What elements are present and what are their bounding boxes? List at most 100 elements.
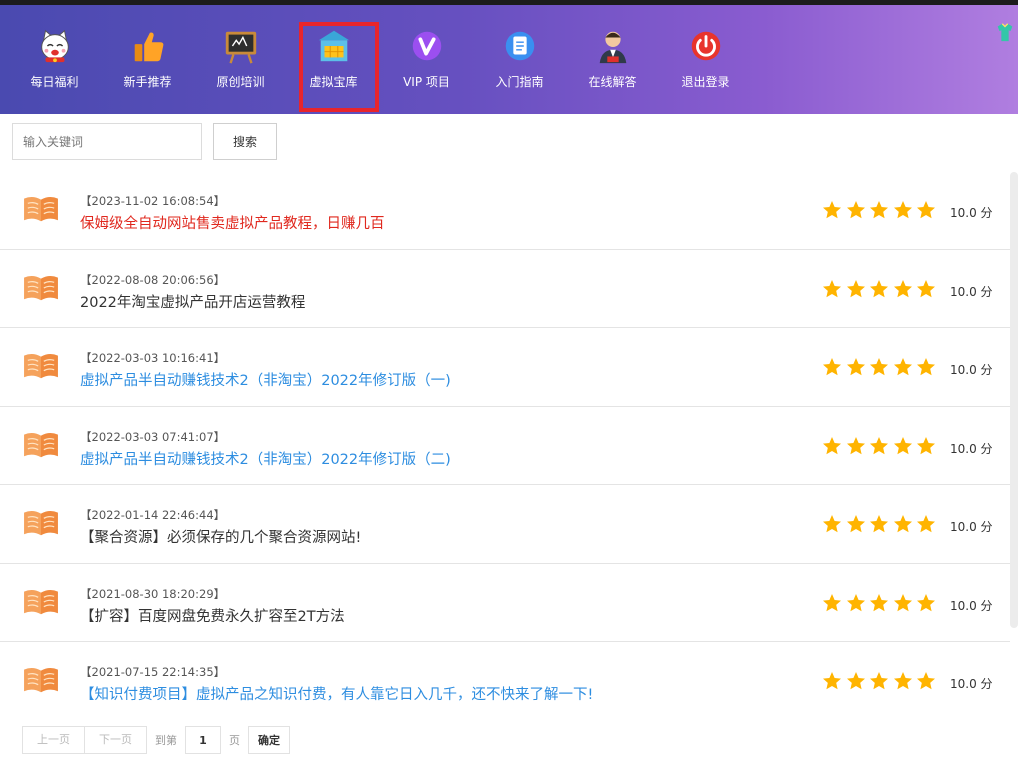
star-icon	[917, 201, 935, 219]
nav-label: VIP 项目	[403, 75, 450, 89]
item-date: 【2022-03-03 07:41:07】	[80, 429, 226, 444]
confirm-page-button[interactable]: 确定	[248, 726, 290, 754]
star-icon	[846, 279, 865, 297]
search-button[interactable]: 搜索	[213, 123, 277, 160]
star-icon	[870, 436, 888, 454]
nav-item-beginner-guide[interactable]: 入门指南	[473, 27, 566, 90]
list-item[interactable]: 【2022-03-03 10:16:41】 虚拟产品半自动赚钱技术2（非淘宝）20…	[0, 328, 1010, 407]
lucky-cat-icon	[40, 29, 69, 63]
nav-item-newbie-recommend[interactable]: 新手推荐	[101, 27, 194, 90]
rating-stars	[822, 671, 940, 691]
star-icon	[846, 593, 865, 611]
resource-list: 【2023-11-02 16:08:54】保姆级全自动网站售卖虚拟产品教程，日赚…	[0, 171, 1010, 721]
book-icon	[24, 589, 58, 614]
star-icon	[917, 672, 935, 690]
nav-label: 每日福利	[30, 75, 79, 89]
search-input[interactable]	[12, 123, 202, 160]
star-icon	[823, 593, 841, 611]
item-score: 10.0 分	[950, 363, 993, 377]
item-title-link[interactable]: 虚拟产品半自动赚钱技术2（非淘宝）2022年修订版（一)	[80, 369, 451, 390]
item-date: 【2022-08-08 20:06:56】	[80, 272, 226, 287]
rating-stars	[822, 593, 940, 613]
shirt-icon[interactable]	[994, 21, 1016, 43]
nav-item-daily-welfare[interactable]: 每日福利	[8, 27, 101, 90]
prev-page-button[interactable]: 上一页	[22, 726, 85, 754]
list-item[interactable]: 【2022-01-14 22:46:44】【聚合资源】必须保存的几个聚合资源网站…	[0, 485, 1010, 564]
nav-item-logout[interactable]: 退出登录	[659, 27, 752, 90]
star-icon	[917, 593, 935, 611]
pagination: 上一页 下一页 到第 页 确定	[22, 726, 290, 754]
star-icon	[870, 201, 888, 219]
list-item[interactable]: 【2022-08-08 20:06:56】 2022年淘宝虚拟产品开店运营教程 10…	[0, 250, 1010, 328]
item-title-link[interactable]: 2022年淘宝虚拟产品开店运营教程	[80, 291, 305, 312]
search-bar: 搜索	[12, 123, 277, 160]
star-icon	[917, 515, 935, 533]
star-icon	[823, 358, 841, 376]
star-icon	[870, 279, 888, 297]
item-score: 10.0 分	[950, 598, 993, 613]
blackboard-icon	[225, 31, 256, 64]
nav-label: 退出登录	[681, 75, 730, 89]
item-date: 【2022-01-14 22:46:44】	[80, 508, 226, 522]
customer-service-icon	[599, 31, 626, 64]
star-icon	[846, 436, 865, 454]
vip-icon	[412, 31, 441, 61]
page-number-input[interactable]	[185, 726, 221, 754]
book-icon	[24, 432, 58, 457]
item-score: 10.0 分	[950, 441, 993, 456]
star-icon	[893, 515, 912, 533]
item-title-link[interactable]: 【扩容】百度网盘免费永久扩容至2T方法	[80, 605, 345, 626]
rating-stars	[822, 514, 940, 534]
star-icon	[846, 672, 865, 690]
item-title-link[interactable]: 【知识付费项目】虚拟产品之知识付费，有人靠它日入几千，还不快来了解一下!	[80, 683, 593, 704]
next-page-button[interactable]: 下一页	[84, 726, 147, 754]
book-icon	[24, 353, 58, 379]
star-icon	[917, 279, 935, 297]
book-icon	[24, 510, 58, 536]
star-icon	[846, 201, 865, 219]
item-score: 10.0 分	[950, 206, 993, 220]
item-date: 【2023-11-02 16:08:54】	[80, 194, 226, 208]
book-icon	[24, 196, 58, 222]
item-title-link[interactable]: 【聚合资源】必须保存的几个聚合资源网站!	[80, 526, 361, 547]
star-icon	[846, 358, 865, 376]
star-icon	[870, 358, 888, 376]
list-item[interactable]: 【2022-03-03 07:41:07】虚拟产品半自动赚钱技术2（非淘宝）20…	[0, 407, 1010, 485]
star-icon	[893, 279, 912, 297]
item-title-link[interactable]: 虚拟产品半自动赚钱技术2（非淘宝）2022年修订版（二)	[80, 448, 451, 469]
book-icon	[24, 667, 58, 693]
main-nav: 每日福利 新手推荐 原创培训 虚拟宝库 VIP 项目 入门指南 在线解答 退出登…	[8, 22, 752, 112]
list-item[interactable]: 【2021-08-30 18:20:29】【扩容】百度网盘免费永久扩容至2T方法…	[0, 564, 1010, 642]
nav-item-online-answers[interactable]: 在线解答	[566, 27, 659, 90]
star-icon	[917, 436, 935, 454]
nav-item-vip-project[interactable]: VIP 项目	[380, 27, 473, 90]
star-icon	[917, 358, 935, 376]
power-icon	[691, 31, 720, 61]
star-icon	[823, 279, 841, 297]
star-icon	[823, 201, 841, 219]
item-title-link[interactable]: 保姆级全自动网站售卖虚拟产品教程，日赚几百	[80, 212, 385, 233]
nav-label: 原创培训	[216, 75, 265, 89]
item-date: 【2021-08-30 18:20:29】	[80, 586, 226, 601]
treasure-house-icon	[318, 30, 349, 62]
item-score: 10.0 分	[950, 677, 993, 691]
list-item[interactable]: 【2023-11-02 16:08:54】保姆级全自动网站售卖虚拟产品教程，日赚…	[0, 171, 1010, 250]
scrollbar[interactable]	[1010, 172, 1018, 628]
nav-item-original-training[interactable]: 原创培训	[194, 27, 287, 90]
star-icon	[870, 672, 888, 690]
item-score: 10.0 分	[950, 284, 993, 299]
nav-item-virtual-treasury[interactable]: 虚拟宝库	[287, 22, 380, 112]
rating-stars	[822, 200, 940, 220]
star-icon	[823, 436, 841, 454]
item-date: 【2021-07-15 22:14:35】	[80, 665, 226, 679]
star-icon	[870, 593, 888, 611]
star-icon	[893, 358, 912, 376]
list-item[interactable]: 【2021-07-15 22:14:35】【知识付费项目】虚拟产品之知识付费，有…	[0, 642, 1010, 721]
nav-label: 入门指南	[495, 75, 544, 89]
rating-stars	[822, 436, 940, 456]
star-icon	[846, 515, 865, 533]
star-icon	[893, 672, 912, 690]
book-icon	[24, 275, 58, 300]
goto-label: 到第	[155, 734, 177, 747]
star-icon	[823, 515, 841, 533]
